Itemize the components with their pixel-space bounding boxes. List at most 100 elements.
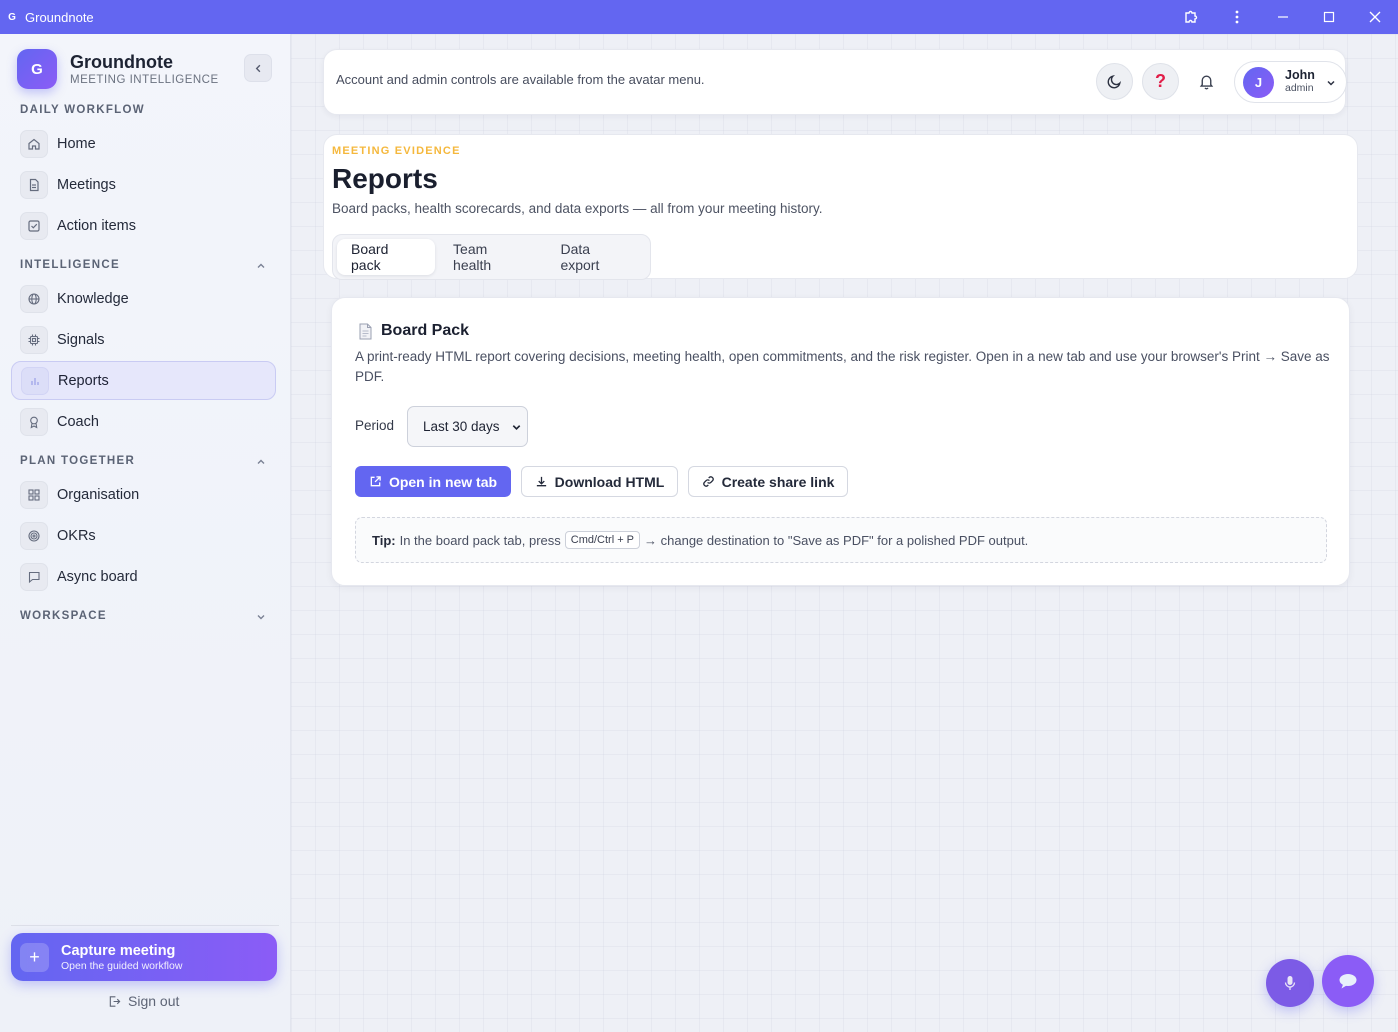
minimize-icon xyxy=(1278,16,1288,18)
question-mark-icon: ? xyxy=(1155,71,1166,91)
sign-out-label: Sign out xyxy=(128,993,180,1009)
sidebar-item-coach[interactable]: Coach xyxy=(11,402,276,441)
chevron-down-icon xyxy=(512,425,521,431)
chevron-up-icon[interactable] xyxy=(255,456,267,468)
sidebar-item-label: Async board xyxy=(57,568,138,585)
period-select[interactable]: Last 30 days xyxy=(407,406,528,447)
sidebar-item-async-board[interactable]: Async board xyxy=(11,557,276,596)
top-bar: Account and admin controls are available… xyxy=(323,49,1347,115)
brand-subtitle: MEETING INTELLIGENCE xyxy=(70,74,219,86)
download-html-label: Download HTML xyxy=(554,473,665,490)
extension-icon[interactable] xyxy=(1168,0,1214,34)
report-tabs: Board pack Team health Data export xyxy=(332,234,651,280)
sidebar-item-label: Home xyxy=(57,135,96,152)
plus-icon: + xyxy=(20,942,49,972)
section-workspace: WORKSPACE xyxy=(20,610,107,622)
avatar: J xyxy=(1243,66,1274,98)
tip-text-after: → change destination to "Save as PDF" fo… xyxy=(644,532,1029,548)
target-icon xyxy=(20,521,48,550)
create-share-link-button[interactable]: Create share link xyxy=(688,466,848,497)
help-button[interactable]: ? xyxy=(1142,63,1179,100)
more-vertical-icon[interactable] xyxy=(1214,0,1260,34)
checkbox-icon xyxy=(20,211,48,240)
capture-meeting-subtitle: Open the guided workflow xyxy=(61,959,183,972)
window-title: Groundnote xyxy=(25,9,94,25)
mic-icon xyxy=(1284,976,1296,990)
create-share-link-label: Create share link xyxy=(721,473,835,490)
download-html-button[interactable]: Download HTML xyxy=(521,466,678,497)
download-icon xyxy=(536,476,546,487)
open-in-new-tab-label: Open in new tab xyxy=(388,473,498,490)
sidebar-item-action-items[interactable]: Action items xyxy=(11,206,276,245)
sidebar-item-meetings[interactable]: Meetings xyxy=(11,165,276,204)
external-link-icon xyxy=(370,476,381,487)
sidebar-item-reports[interactable]: Reports xyxy=(11,361,276,400)
maximize-button[interactable] xyxy=(1306,0,1352,34)
tab-board-pack[interactable]: Board pack xyxy=(337,239,436,275)
moon-icon xyxy=(1107,75,1121,89)
globe-icon xyxy=(20,284,48,313)
keyboard-shortcut: Cmd/Ctrl + P xyxy=(564,531,641,549)
chat-assistant-button[interactable] xyxy=(1322,955,1374,1007)
board-pack-title: Board Pack xyxy=(381,322,470,339)
close-icon xyxy=(1369,11,1381,23)
capture-meeting-button[interactable]: + Capture meeting Open the guided workfl… xyxy=(11,933,277,981)
open-in-new-tab-button[interactable]: Open in new tab xyxy=(355,466,511,497)
tip-label: Tip: xyxy=(372,532,396,548)
chevron-down-icon[interactable] xyxy=(255,611,267,623)
user-menu[interactable]: J John admin xyxy=(1234,61,1347,103)
sign-out-link[interactable]: Sign out xyxy=(108,993,179,1009)
account-note: Account and admin controls are available… xyxy=(336,72,705,87)
tab-team-health[interactable]: Team health xyxy=(439,239,542,275)
maximize-icon xyxy=(1323,11,1335,23)
notifications-button[interactable] xyxy=(1188,63,1225,100)
section-daily-workflow: DAILY WORKFLOW xyxy=(20,104,145,116)
sidebar-item-knowledge[interactable]: Knowledge xyxy=(11,279,276,318)
board-pack-card: Board Pack A print-ready HTML report cov… xyxy=(331,297,1350,586)
user-role: admin xyxy=(1285,82,1314,94)
sidebar-item-label: OKRs xyxy=(57,527,96,544)
tab-data-export[interactable]: Data export xyxy=(546,239,646,275)
capture-meeting-title: Capture meeting xyxy=(61,942,176,959)
page-title: Reports xyxy=(332,163,438,194)
sidebar-item-okrs[interactable]: OKRs xyxy=(11,516,276,555)
brand-logo: G xyxy=(17,49,57,89)
user-name: John xyxy=(1285,68,1315,82)
sidebar-item-label: Action items xyxy=(57,217,136,234)
sidebar-divider xyxy=(11,925,279,926)
page-subtitle: Board packs, health scorecards, and data… xyxy=(332,201,823,216)
collapse-sidebar-button[interactable] xyxy=(244,54,272,82)
close-button[interactable] xyxy=(1352,0,1398,34)
period-label: Period xyxy=(355,418,395,433)
minimize-button[interactable] xyxy=(1260,0,1306,34)
message-square-icon xyxy=(20,562,48,591)
period-select-value: Last 30 days xyxy=(423,419,500,434)
sidebar-item-label: Signals xyxy=(57,331,105,348)
sidebar-item-label: Knowledge xyxy=(57,290,129,307)
page-header: MEETING EVIDENCE Reports Board packs, he… xyxy=(323,134,1358,280)
document-icon xyxy=(359,323,372,339)
sidebar-item-signals[interactable]: Signals xyxy=(11,320,276,359)
brand: G Groundnote MEETING INTELLIGENCE xyxy=(17,49,219,89)
brand-name: Groundnote xyxy=(70,52,173,72)
sidebar-item-label: Coach xyxy=(57,413,99,430)
link-icon xyxy=(702,476,714,487)
chevron-up-icon[interactable] xyxy=(255,260,267,272)
title-bar: G Groundnote xyxy=(0,0,1398,34)
tip-text-before: In the board pack tab, press xyxy=(399,532,561,548)
sidebar-item-organisation[interactable]: Organisation xyxy=(11,475,276,514)
board-pack-description: A print-ready HTML report covering decis… xyxy=(355,349,1330,384)
section-plan-together: PLAN TOGETHER xyxy=(20,455,136,467)
voice-capture-button[interactable] xyxy=(1266,959,1314,1007)
main-content: Account and admin controls are available… xyxy=(291,34,1398,1032)
app-logo-icon: G xyxy=(8,11,16,23)
document-icon xyxy=(20,170,48,199)
bell-icon xyxy=(1199,75,1214,90)
chat-icon xyxy=(1339,974,1357,989)
sidebar: G Groundnote MEETING INTELLIGENCE DAILY … xyxy=(0,34,291,1032)
sidebar-item-home[interactable]: Home xyxy=(11,124,276,163)
chip-icon xyxy=(20,325,48,354)
print-tip: Tip: In the board pack tab, press Cmd/Ct… xyxy=(355,517,1327,563)
theme-toggle-button[interactable] xyxy=(1096,63,1133,100)
chevron-left-icon xyxy=(255,64,260,72)
